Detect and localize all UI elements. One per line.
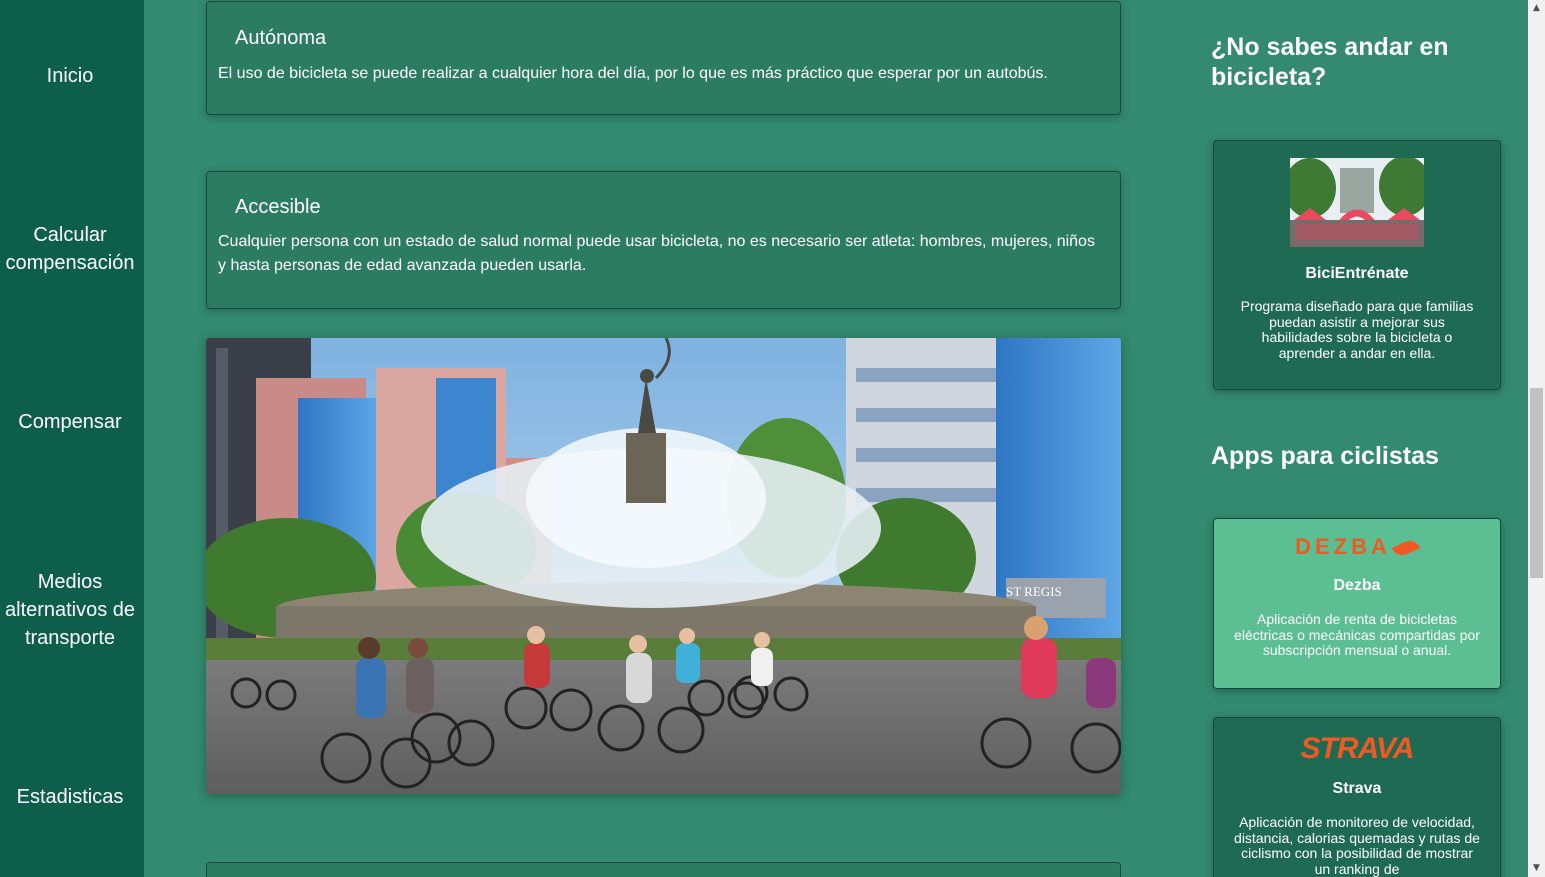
app-card-dezba[interactable]: DEZBA Dezba Aplicación de renta de bicic…: [1213, 518, 1501, 689]
benefit-card-autonoma: Autónoma El uso de bicicleta se puede re…: [206, 1, 1121, 115]
bicientrenate-photo: [1290, 158, 1424, 247]
app-title: Strava: [1332, 780, 1382, 797]
benefit-card-title: Accesible: [235, 196, 321, 218]
scroll-thumb[interactable]: [1530, 388, 1543, 578]
sidebar-nav: Inicio Calcular compensación Compensar M…: [0, 0, 144, 877]
strava-logo: STRAVA: [1300, 732, 1415, 765]
benefit-card-text: Cualquier persona con un estado de salud…: [218, 233, 1095, 274]
sidebar-item-calcular-compensacion[interactable]: Calcular compensación: [0, 221, 140, 277]
dezba-logo: DEZBA: [1214, 533, 1500, 561]
benefit-card-partial: [206, 862, 1121, 877]
program-card-bicientrenate[interactable]: BiciEntrénate Programa diseñado para que…: [1213, 140, 1501, 390]
hotel-sign: ST REGIS: [1006, 584, 1062, 599]
app-title: Dezba: [1333, 577, 1381, 594]
program-description: Programa diseñado para que familias pued…: [1240, 298, 1474, 361]
benefit-card-title: Autónoma: [235, 27, 327, 49]
learn-heading: ¿No sabes andar en bicicleta?: [1211, 33, 1449, 91]
sidebar-item-inicio[interactable]: Inicio: [0, 62, 140, 90]
scroll-down-arrow-icon[interactable]: ▼: [1528, 860, 1545, 877]
app-description: Aplicación de monitoreo de velocidad, di…: [1234, 814, 1480, 877]
program-title: BiciEntrénate: [1305, 265, 1409, 282]
benefit-card-accesible: Accesible Cualquier persona con un estad…: [206, 171, 1121, 309]
leaf-icon: [1391, 537, 1421, 560]
page-scrollbar[interactable]: ▲ ▼: [1528, 0, 1545, 877]
sidebar-item-medios-alternativos[interactable]: Medios alternativos de transporte: [0, 568, 140, 652]
benefit-card-text: El uso de bicicleta se puede realizar a …: [218, 65, 1048, 82]
apps-heading: Apps para ciclistas: [1211, 442, 1439, 470]
scroll-up-arrow-icon[interactable]: ▲: [1528, 0, 1545, 17]
sidebar-item-compensar[interactable]: Compensar: [0, 408, 140, 436]
cyclists-fountain-photo: ST REGIS: [206, 338, 1121, 794]
sidebar-item-estadisticas[interactable]: Estadisticas: [0, 783, 140, 811]
app-card-strava[interactable]: STRAVA Strava Aplicación de monitoreo de…: [1213, 717, 1501, 877]
app-description: Aplicación de renta de bicicletas eléctr…: [1234, 611, 1480, 658]
